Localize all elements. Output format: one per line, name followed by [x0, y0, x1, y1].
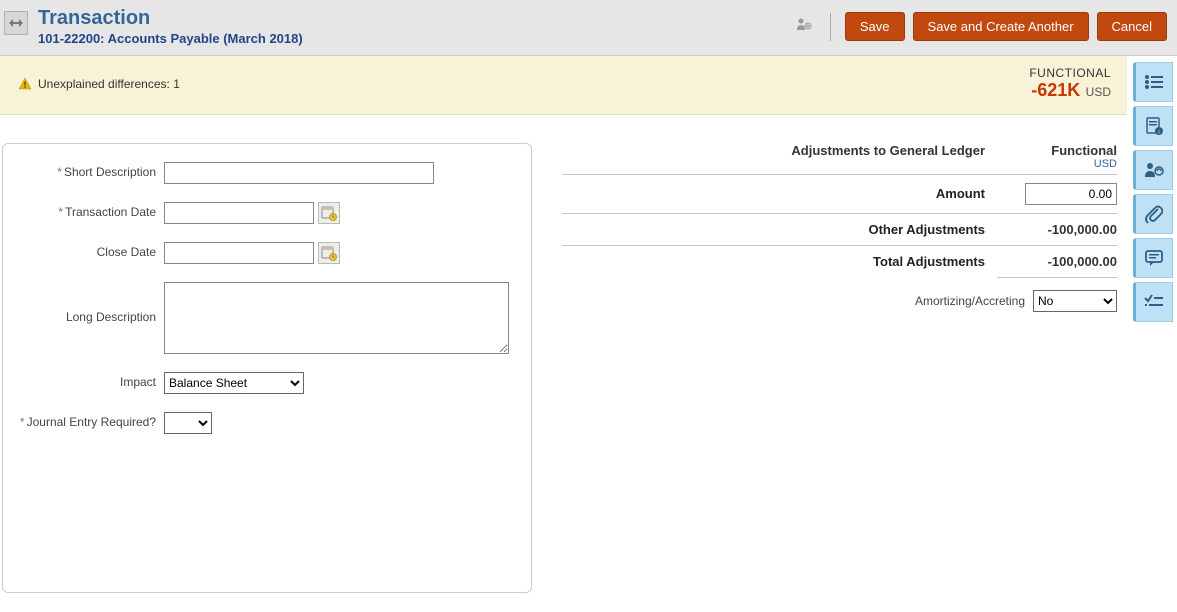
rail-comments-button[interactable] [1133, 238, 1173, 278]
transaction-date-picker-button[interactable] [318, 202, 340, 224]
page-title: Transaction [38, 7, 303, 29]
adjustments-panel: Adjustments to General Ledger Functional… [532, 143, 1127, 593]
amount-label: Amount [562, 186, 997, 201]
warning-text: Unexplained differences: 1 [38, 77, 180, 91]
content: *Short Description *Transaction Date Clo… [0, 115, 1127, 593]
collapse-panel-button[interactable] [4, 11, 28, 35]
save-button[interactable]: Save [845, 12, 905, 41]
title-block: Transaction 101-22200: Accounts Payable … [38, 7, 303, 46]
close-date-label: Close Date [9, 242, 164, 259]
amortizing-accreting-label: Amortizing/Accreting [915, 294, 1025, 308]
functional-summary: FUNCTIONAL -621K USD [1029, 66, 1111, 102]
icon-rail: i [1133, 62, 1177, 322]
close-date-picker-button[interactable] [318, 242, 340, 264]
close-date-input[interactable] [164, 242, 314, 264]
warning-strip: Unexplained differences: 1 FUNCTIONAL -6… [0, 56, 1127, 115]
header-bar: Transaction 101-22200: Accounts Payable … [0, 0, 1177, 56]
divider [830, 13, 831, 41]
functional-column-currency: USD [997, 158, 1117, 170]
functional-currency: USD [1086, 85, 1111, 99]
form-panel: *Short Description *Transaction Date Clo… [2, 143, 532, 593]
total-adjustments-value: -100,000.00 [997, 254, 1117, 269]
other-adjustments-label: Other Adjustments [562, 222, 997, 237]
short-description-input[interactable] [164, 162, 434, 184]
impact-label: Impact [9, 372, 164, 389]
people-icon[interactable] [796, 17, 812, 36]
header-actions: Save Save and Create Another Cancel [796, 12, 1167, 41]
functional-value: -621K [1031, 80, 1080, 100]
cancel-button[interactable]: Cancel [1097, 12, 1167, 41]
long-description-textarea[interactable] [164, 282, 509, 354]
impact-select[interactable]: Balance Sheet [164, 372, 304, 394]
rail-attach-button[interactable] [1133, 194, 1173, 234]
rail-list-button[interactable] [1133, 62, 1173, 102]
transaction-date-label: *Transaction Date [9, 202, 164, 219]
amount-input[interactable] [1025, 183, 1117, 205]
warning-icon [18, 77, 32, 91]
rail-details-button[interactable]: i [1133, 106, 1173, 146]
journal-entry-required-label: *Journal Entry Required? [9, 412, 164, 429]
other-adjustments-value: -100,000.00 [997, 222, 1117, 237]
svg-text:i: i [1158, 130, 1159, 136]
functional-label: FUNCTIONAL [1029, 66, 1111, 80]
long-description-label: Long Description [9, 282, 164, 324]
functional-column-header: Functional [997, 143, 1117, 158]
total-adjustments-label: Total Adjustments [562, 254, 997, 269]
rail-tasks-button[interactable] [1133, 282, 1173, 322]
transaction-date-input[interactable] [164, 202, 314, 224]
amortizing-accreting-select[interactable]: No [1033, 290, 1117, 312]
save-and-create-another-button[interactable]: Save and Create Another [913, 12, 1089, 41]
adjustments-header: Adjustments to General Ledger Functional… [562, 143, 1117, 174]
short-description-label: *Short Description [9, 162, 164, 179]
page-subtitle: 101-22200: Accounts Payable (March 2018) [38, 31, 303, 46]
rail-people-button[interactable] [1133, 150, 1173, 190]
adjustments-header-label: Adjustments to General Ledger [562, 143, 997, 170]
journal-entry-required-select[interactable] [164, 412, 212, 434]
